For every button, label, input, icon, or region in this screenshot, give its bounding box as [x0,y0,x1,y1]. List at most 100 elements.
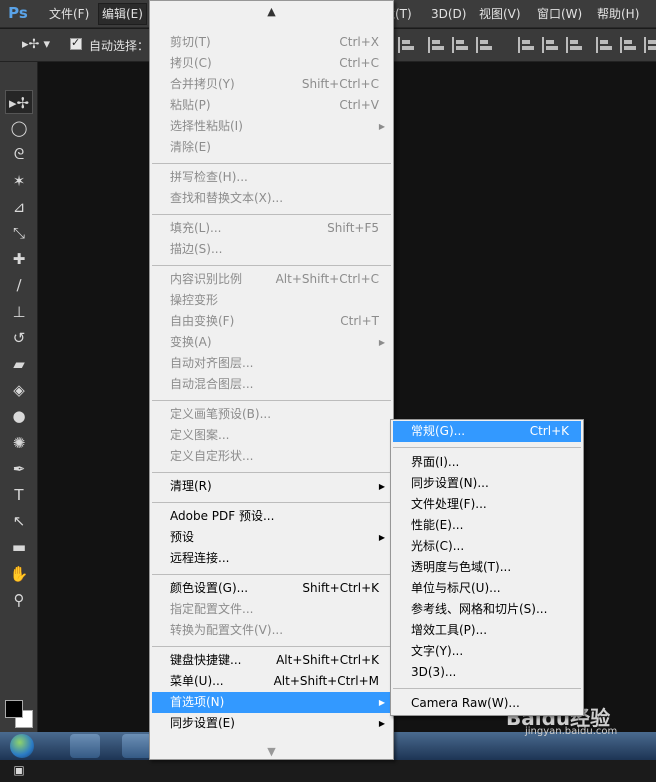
menu-item[interactable]: 菜单(U)... Alt+Shift+Ctrl+M [152,671,391,692]
menu-item[interactable]: 填充(L)... Shift+F5 [152,218,391,239]
distribute-icon[interactable] [620,37,636,53]
photoshop-logo-icon: Ps [8,4,28,22]
menu-item[interactable]: 拷贝(C) Ctrl+C [152,53,391,74]
menu-item[interactable]: 清除(E) [152,137,391,158]
blur-tool-icon[interactable]: ● [5,404,33,428]
menu-item[interactable]: 常规(G)... Ctrl+K [393,421,581,442]
zoom-tool-icon[interactable]: ⚲ [5,588,33,612]
distribute-icon[interactable] [644,37,656,53]
menu-item[interactable]: 首选项(N) ▶ [152,692,391,713]
distribute-icon[interactable] [596,37,612,53]
menu-10[interactable]: 帮助(H) [594,4,642,24]
menu-item[interactable]: 透明度与色域(T)... [393,557,581,578]
menu-item[interactable]: 变换(A) ▶ [152,332,391,353]
hand-tool-icon[interactable]: ✋ [5,562,33,586]
menu-separator [152,573,391,575]
shape-tool-icon[interactable]: ▬ [5,535,33,559]
menu-item[interactable]: 查找和替换文本(X)... [152,188,391,209]
menu-item[interactable]: 颜色设置(G)... Shift+Ctrl+K [152,578,391,599]
menu-item[interactable]: Camera Raw(W)... [393,693,581,714]
menu-item[interactable]: 定义画笔预设(B)... [152,404,391,425]
menu-item[interactable]: 描边(S)... [152,239,391,260]
menu-item[interactable]: 内容识别比例 Alt+Shift+Ctrl+C [152,269,391,290]
menu-item[interactable]: 粘贴(P) Ctrl+V [152,95,391,116]
menu-item-shortcut: Shift+Ctrl+C [301,77,379,91]
menu-item[interactable]: 定义自定形状... [152,446,391,467]
move-tool-icon[interactable]: ▸✢ [5,90,33,114]
healing-brush-tool-icon[interactable]: ✚ [5,247,33,271]
history-brush-tool-icon[interactable]: ↺ [5,326,33,350]
menu-item-label: 定义图案... [170,428,230,442]
lasso-tool-icon[interactable]: ᘓ [5,142,33,166]
menu-item[interactable]: 合并拷贝(Y) Shift+Ctrl+C [152,74,391,95]
menu-separator [152,213,391,215]
magic-wand-tool-icon[interactable]: ✶ [5,169,33,193]
align-icon[interactable] [398,37,414,53]
taskbar-app-icon[interactable] [70,734,100,758]
menu-item[interactable]: 剪切(T) Ctrl+X [152,32,391,53]
menu-item[interactable]: 拼写检查(H)... [152,167,391,188]
type-tool-icon[interactable]: T [5,483,33,507]
menu-item[interactable]: 自动混合图层... [152,374,391,395]
menu-9[interactable]: 窗口(W) [534,4,585,24]
menu-item[interactable]: Adobe PDF 预设... [152,506,391,527]
marquee-tool-icon[interactable]: ◯ [5,116,33,140]
menu-scroll-down-icon[interactable]: ▼ [150,745,393,758]
menu-item-label: 同步设置(N)... [411,476,489,490]
auto-select-checkbox[interactable] [70,36,82,50]
align-icon[interactable] [452,37,468,53]
menu-item[interactable]: 同步设置(N)... [393,473,581,494]
menu-item[interactable]: 预设 ▶ [152,527,391,548]
menu-item[interactable]: 3D(3)... [393,662,581,683]
taskbar-app-icon[interactable] [122,734,152,758]
menu-1[interactable]: 编辑(E) [98,3,147,25]
menu-item[interactable]: 文字(Y)... [393,641,581,662]
menu-item[interactable]: 界面(I)... [393,452,581,473]
menu-0[interactable]: 文件(F) [46,4,92,24]
screen-mode-icon[interactable]: ▣ [5,758,33,782]
eyedropper-tool-icon[interactable]: ⤡ [5,221,33,245]
windows-start-icon[interactable] [10,734,34,758]
menu-item[interactable]: 文件处理(F)... [393,494,581,515]
menu-item-label: 参考线、网格和切片(S)... [411,602,548,616]
menu-item[interactable]: 选择性粘贴(I) ▶ [152,116,391,137]
clone-stamp-tool-icon[interactable]: ⊥ [5,300,33,324]
distribute-icon[interactable] [542,37,558,53]
brush-tool-icon[interactable]: ∕ [5,273,33,297]
move-tool-options-icon[interactable]: ▸✢ ▾ [22,37,50,52]
menu-item[interactable]: 自动对齐图层... [152,353,391,374]
menu-8[interactable]: 视图(V) [476,4,524,24]
menu-item[interactable]: 转换为配置文件(V)... [152,620,391,641]
menu-7[interactable]: 3D(D) [428,4,469,24]
menu-item[interactable]: 同步设置(E) ▶ [152,713,391,734]
path-selection-tool-icon[interactable]: ↖ [5,509,33,533]
sponge-tool-icon[interactable]: ✺ [5,431,33,455]
menu-item[interactable]: 定义图案... [152,425,391,446]
crop-tool-icon[interactable]: ⊿ [5,195,33,219]
align-icon[interactable] [476,37,492,53]
menu-item[interactable]: 参考线、网格和切片(S)... [393,599,581,620]
foreground-color-swatch[interactable] [5,700,23,718]
menu-item-label: 定义画笔预设(B)... [170,407,272,421]
menu-item[interactable]: 指定配置文件... [152,599,391,620]
edit-menu-dropdown: ▲ 剪切(T) Ctrl+X 拷贝(C) Ctrl+C 合并拷贝(Y) Shift+Ctr… [149,0,394,760]
menu-item[interactable]: 光标(C)... [393,536,581,557]
pen-tool-icon[interactable]: ✒ [5,457,33,481]
menu-item[interactable]: 键盘快捷键... Alt+Shift+Ctrl+K [152,650,391,671]
distribute-icon[interactable] [518,37,534,53]
menu-item[interactable]: 性能(E)... [393,515,581,536]
menu-separator [152,501,391,503]
menu-item[interactable]: 远程连接... [152,548,391,569]
menu-scroll-up-icon[interactable]: ▲ [150,5,393,18]
menu-item[interactable]: 操控变形 [152,290,391,311]
menu-item[interactable]: 单位与标尺(U)... [393,578,581,599]
menu-item[interactable]: 自由变换(F) Ctrl+T [152,311,391,332]
menu-item[interactable]: 增效工具(P)... [393,620,581,641]
menu-item-shortcut: Alt+Shift+Ctrl+K [276,653,379,667]
distribute-icon[interactable] [566,37,582,53]
paint-bucket-tool-icon[interactable]: ◈ [5,378,33,402]
eraser-tool-icon[interactable]: ▰ [5,352,33,376]
menu-item[interactable]: 清理(R) ▶ [152,476,391,497]
submenu-arrow-icon: ▶ [378,338,385,347]
align-icon[interactable] [428,37,444,53]
